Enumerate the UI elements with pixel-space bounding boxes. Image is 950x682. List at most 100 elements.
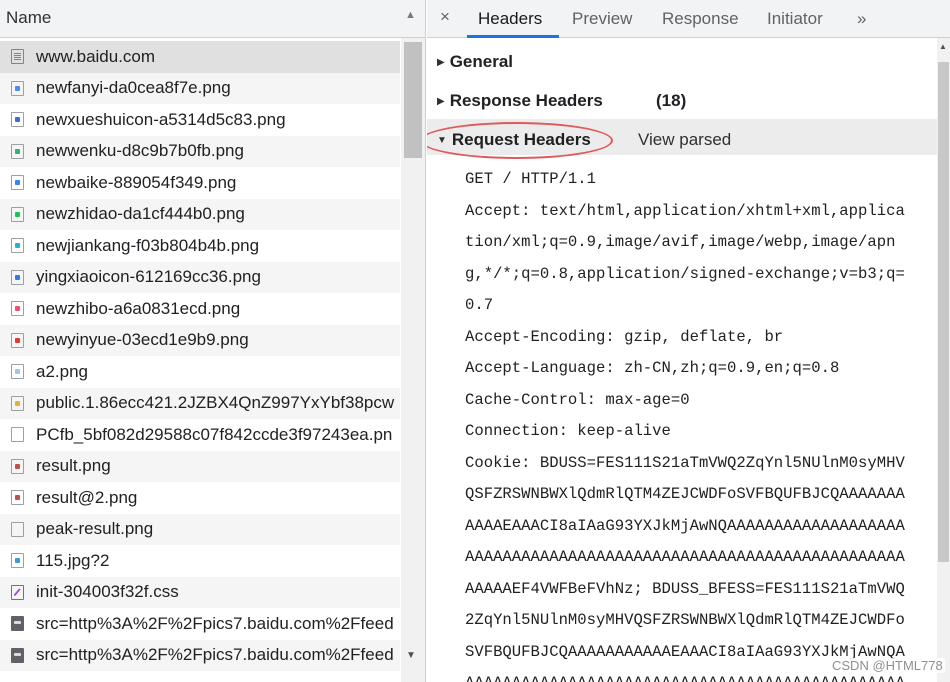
list-item-label: src=http%3A%2F%2Fpics7.baidu.com%2Ffeed [36,613,394,633]
raw-header-line: AAAAEAAACI8aIAaG93YXJkMjAwNQAAAAAAAAAAAA… [465,516,905,535]
list-item[interactable]: newyinyue-03ecd1e9b9.png [0,324,400,356]
list-item-label: 115.jpg?2 [36,550,110,570]
list-item[interactable]: PCfb_5bf082d29588c07f842ccde3f97243ea.pn [0,419,400,451]
raw-header-line: Accept-Language: zh-CN,zh;q=0.9,en;q=0.8 [465,359,840,377]
sort-up-icon[interactable]: ▲ [405,9,416,21]
name-column-header[interactable]: Name [6,8,51,28]
response-headers-toggle[interactable]: ▶ Response Headers [437,91,603,111]
list-item-label: newjiankang-f03b804b4b.png [36,235,260,255]
response-headers-label: Response Headers [449,91,603,110]
image-icon [11,238,24,254]
view-parsed-link[interactable]: View parsed [638,130,731,150]
list-item-label: newwenku-d8c9b7b0fb.png [36,141,244,161]
request-rows: www.baidu.com newfanyi-da0cea8f7e.png newx… [0,41,400,671]
list-item-label: www.baidu.com [36,46,156,66]
tab-initiator[interactable]: Initiator [767,9,823,29]
list-item-label: yingxiaoicon-612169cc36.png [36,267,261,287]
close-icon[interactable]: × [440,7,450,27]
list-item-label: newxueshuicon-a5314d5c83.png [36,109,286,129]
list-item-label: peak-result.png [36,519,154,539]
tab-response[interactable]: Response [662,9,739,29]
list-item[interactable]: src=http%3A%2F%2Fpics7.baidu.com%2Ffeed [0,608,400,640]
raw-header-line: QSFZRSWNBWXlQdmRlQTM4ZEJCWDFoSVFBQUFBJCQ… [465,485,905,503]
list-item-label: result.png [36,456,111,476]
scroll-up-icon[interactable]: ▲ [939,42,947,51]
red-highlight-ellipse [427,122,613,159]
list-item-label: init-304003f32f.css [36,582,179,602]
image-icon [11,175,24,191]
list-item-label: newyinyue-03ecd1e9b9.png [36,330,249,350]
scroll-down-icon[interactable]: ▼ [406,650,416,661]
list-item[interactable]: src=http%3A%2F%2Fpics7.baidu.com%2Ffeed [0,639,400,671]
image-icon [11,112,24,128]
raw-header-line: Connection: keep-alive [465,422,671,440]
list-scrollbar-thumb[interactable] [404,42,422,158]
image-icon [11,395,24,411]
image-icon [11,269,24,285]
document-icon [11,49,24,65]
raw-header-line: AAAAAEF4VWFBeFVhNz; BDUSS_BFESS=FES111S2… [465,579,905,598]
list-item-label: PCfb_5bf082d29588c07f842ccde3f97243ea.pn [36,424,393,444]
list-item[interactable]: public.1.86ecc421.2JZBX4QnZ997YxYbf38pcw [0,387,400,419]
list-item[interactable]: newbaike-889054f349.png [0,167,400,199]
image-icon [11,458,24,474]
detail-tabbar: × Headers Preview Response Initiator » [427,0,950,38]
raw-header-line: 2ZqYnl5NUlnM0syMHVQSFZRSWNBWXlQdmRlQTM4Z… [465,611,905,629]
raw-header-line: Accept-Encoding: gzip, deflate, br [465,327,784,346]
image-icon [11,80,24,96]
tab-headers[interactable]: Headers [478,9,542,29]
list-item-label: newfanyi-da0cea8f7e.png [36,78,231,98]
image-icon [11,143,24,159]
image-icon [11,490,24,506]
image-dark-icon [11,647,24,663]
general-section-label: General [449,52,514,71]
response-headers-count: (18) [656,91,687,110]
image-icon [11,206,24,222]
list-item[interactable]: www.baidu.com [0,41,400,73]
more-tabs-icon[interactable]: » [857,9,866,29]
general-section-toggle[interactable]: ▶ General [437,52,513,72]
list-item[interactable]: result.png [0,450,400,482]
list-item-label: newzhidao-da1cf444b0.png [36,204,245,224]
list-item[interactable]: newxueshuicon-a5314d5c83.png [0,104,400,136]
watermark: CSDN @HTML778 [830,658,945,673]
list-item-label: newzhibo-a6a0831ecd.png [36,298,241,318]
css-icon [11,584,24,600]
list-item[interactable]: newzhidao-da1cf444b0.png [0,198,400,230]
raw-header-line: AAAAAAAAAAAAAAAAAAAAAAAAAAAAAAAAAAAAAAAA… [465,548,905,566]
list-item-label: a2.png [36,361,88,381]
image-icon [11,332,24,348]
request-list-panel: Name ▲ www.baidu.com newfanyi-da0cea8f7e.… [0,0,426,682]
raw-header-line: Cookie: BDUSS=FES111S21aTmVWQ2ZqYnl5NUln… [465,453,905,472]
list-item[interactable]: newjiankang-f03b804b4b.png [0,230,400,262]
headers-content: ▶ General ▶ Response Headers (18) ▼ Request… [427,38,937,682]
expand-triangle-icon: ▶ [437,96,445,107]
raw-header-line: Accept: text/html,application/xhtml+xml,… [465,201,905,220]
list-item-label: public.1.86ecc421.2JZBX4QnZ997YxYbf38pcw [36,393,395,413]
blank-icon [11,521,24,537]
raw-header-line: g,*/*;q=0.8,application/signed-exchange;… [465,264,905,283]
list-item-label: src=http%3A%2F%2Fpics7.baidu.com%2Ffeed [36,645,394,665]
image-dark-icon [11,616,24,632]
list-item[interactable]: result@2.png [0,482,400,514]
expand-triangle-icon: ▶ [437,57,445,68]
raw-header-line: 0.7 [465,296,494,314]
list-item[interactable]: init-304003f32f.css [0,576,400,608]
list-item[interactable]: a2.png [0,356,400,388]
list-item[interactable]: yingxiaoicon-612169cc36.png [0,261,400,293]
list-item[interactable]: 115.jpg?2 [0,545,400,577]
list-item[interactable]: newfanyi-da0cea8f7e.png [0,72,400,104]
image-icon [11,364,24,380]
list-item[interactable]: newwenku-d8c9b7b0fb.png [0,135,400,167]
list-header: Name ▲ [0,0,425,38]
blank-icon [11,427,24,443]
detail-scrollbar-thumb[interactable] [938,62,949,562]
list-item[interactable]: peak-result.png [0,513,400,545]
raw-header-line: tion/xml;q=0.9,image/avif,image/webp,ima… [465,233,896,251]
list-item-label: newbaike-889054f349.png [36,172,237,192]
list-item-label: result@2.png [36,487,138,507]
image-icon [11,301,24,317]
list-item[interactable]: newzhibo-a6a0831ecd.png [0,293,400,325]
image-icon [11,553,24,569]
tab-preview[interactable]: Preview [572,9,632,29]
